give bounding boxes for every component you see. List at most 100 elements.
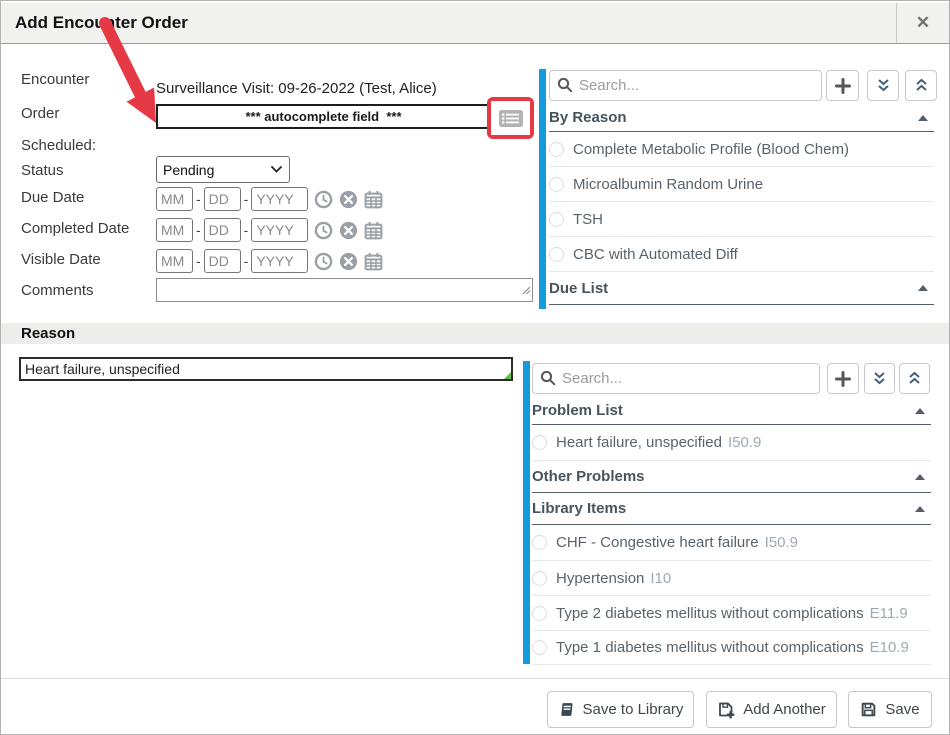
order-search-input[interactable] bbox=[549, 70, 822, 101]
collapse-icon[interactable] bbox=[918, 285, 928, 291]
collapse-icon[interactable] bbox=[915, 474, 925, 480]
collapse-icon[interactable] bbox=[915, 506, 925, 512]
list-item[interactable]: CBC with Automated Diff bbox=[549, 237, 934, 272]
due-date-month-input[interactable] bbox=[156, 187, 193, 211]
radio-icon[interactable] bbox=[532, 606, 547, 621]
section-header-library-items[interactable]: Library Items bbox=[532, 493, 931, 525]
radio-icon[interactable] bbox=[549, 142, 564, 157]
collapse-all-orders-button[interactable] bbox=[867, 70, 899, 101]
clear-date-icon[interactable] bbox=[339, 190, 358, 209]
visible-date-month-input[interactable] bbox=[156, 249, 193, 273]
list-item-label: CHF - Congestive heart failure bbox=[556, 534, 759, 551]
autocomplete-valid-indicator bbox=[504, 372, 511, 379]
section-title: Problem List bbox=[532, 402, 623, 419]
status-label: Status bbox=[21, 162, 64, 179]
radio-icon[interactable] bbox=[549, 247, 564, 262]
completed-date-year-input[interactable] bbox=[251, 218, 308, 242]
add-another-button[interactable]: Add Another bbox=[706, 691, 837, 728]
double-chevron-up-icon bbox=[907, 371, 922, 386]
date-separator: - bbox=[196, 253, 201, 269]
expand-all-orders-button[interactable] bbox=[905, 70, 937, 101]
calendar-icon[interactable] bbox=[364, 190, 383, 209]
reason-search-wrap bbox=[532, 363, 820, 394]
annotation-highlight-box bbox=[487, 97, 534, 139]
save-icon bbox=[860, 701, 877, 718]
due-date-year-input[interactable] bbox=[251, 187, 308, 211]
list-item-label: Type 1 diabetes mellitus without complic… bbox=[556, 639, 864, 656]
section-header-other-problems[interactable]: Other Problems bbox=[532, 461, 931, 493]
visible-date-year-input[interactable] bbox=[251, 249, 308, 273]
visible-date-day-input[interactable] bbox=[204, 249, 241, 273]
list-item[interactable]: Hypertension I10 bbox=[532, 561, 931, 596]
list-item[interactable]: Type 1 diabetes mellitus without complic… bbox=[532, 631, 931, 665]
plus-icon bbox=[835, 78, 851, 94]
list-item[interactable]: CHF - Congestive heart failure I50.9 bbox=[532, 525, 931, 561]
list-item[interactable]: Microalbumin Random Urine bbox=[549, 167, 934, 202]
section-header-by-reason[interactable]: By Reason bbox=[549, 104, 934, 132]
list-item-label: Microalbumin Random Urine bbox=[573, 176, 763, 193]
add-reason-button[interactable] bbox=[827, 363, 859, 394]
section-title: Other Problems bbox=[532, 468, 645, 485]
date-separator: - bbox=[244, 253, 249, 269]
list-item[interactable]: Type 2 diabetes mellitus without complic… bbox=[532, 596, 931, 631]
collapse-icon[interactable] bbox=[915, 408, 925, 414]
radio-icon[interactable] bbox=[532, 435, 547, 450]
order-label: Order bbox=[21, 105, 59, 122]
add-order-button[interactable] bbox=[826, 70, 859, 101]
section-title: Library Items bbox=[532, 500, 626, 517]
dialog-title: Add Encounter Order bbox=[1, 13, 188, 33]
clock-icon[interactable] bbox=[314, 221, 333, 240]
status-select[interactable]: Pending bbox=[157, 157, 289, 182]
clear-date-icon[interactable] bbox=[339, 252, 358, 271]
due-date-label: Due Date bbox=[21, 189, 84, 206]
close-button[interactable]: ✕ bbox=[896, 3, 949, 43]
clear-date-icon[interactable] bbox=[339, 221, 358, 240]
completed-date-day-input[interactable] bbox=[204, 218, 241, 242]
date-separator: - bbox=[196, 222, 201, 238]
radio-icon[interactable] bbox=[532, 640, 547, 655]
icd-code: E11.9 bbox=[870, 605, 908, 622]
radio-icon[interactable] bbox=[532, 571, 547, 586]
collapse-all-reasons-button[interactable] bbox=[864, 363, 895, 394]
save-to-library-button[interactable]: Save to Library bbox=[547, 691, 694, 728]
order-picker-accent-bar bbox=[539, 69, 546, 309]
clock-icon[interactable] bbox=[314, 252, 333, 271]
radio-icon[interactable] bbox=[532, 535, 547, 550]
encounter-label: Encounter bbox=[21, 71, 89, 88]
icd-code: I10 bbox=[650, 570, 671, 587]
list-item[interactable]: Heart failure, unspecified I50.9 bbox=[532, 425, 931, 461]
plus-icon bbox=[835, 371, 851, 387]
save-button[interactable]: Save bbox=[848, 691, 932, 728]
order-autocomplete-input[interactable] bbox=[156, 104, 491, 129]
add-encounter-order-dialog: Add Encounter Order ✕ Encounter Order Sc… bbox=[0, 0, 950, 735]
icd-code: I50.9 bbox=[765, 534, 798, 551]
collapse-icon[interactable] bbox=[918, 115, 928, 121]
resize-grip-icon[interactable] bbox=[522, 282, 531, 300]
section-header-problem-list[interactable]: Problem List bbox=[532, 397, 931, 425]
reason-autocomplete-input[interactable] bbox=[19, 357, 513, 381]
save-label: Save bbox=[885, 701, 919, 718]
section-header-due-list[interactable]: Due List bbox=[549, 272, 934, 305]
icd-code: E10.9 bbox=[870, 639, 909, 656]
radio-icon[interactable] bbox=[549, 177, 564, 192]
clock-icon[interactable] bbox=[314, 190, 333, 209]
date-separator: - bbox=[196, 191, 201, 207]
calendar-icon[interactable] bbox=[364, 252, 383, 271]
calendar-icon[interactable] bbox=[364, 221, 383, 240]
scheduled-label: Scheduled: bbox=[21, 137, 96, 154]
radio-icon[interactable] bbox=[549, 212, 564, 227]
list-item[interactable]: Complete Metabolic Profile (Blood Chem) bbox=[549, 132, 934, 167]
order-list-picker-button[interactable] bbox=[491, 101, 530, 135]
date-separator: - bbox=[244, 191, 249, 207]
due-date-day-input[interactable] bbox=[204, 187, 241, 211]
book-icon bbox=[558, 701, 575, 718]
visible-date-label: Visible Date bbox=[21, 251, 101, 268]
completed-date-month-input[interactable] bbox=[156, 218, 193, 242]
footer-divider bbox=[1, 678, 949, 679]
expand-all-reasons-button[interactable] bbox=[899, 363, 930, 394]
list-icon bbox=[498, 109, 524, 128]
reason-search-input[interactable] bbox=[532, 363, 820, 394]
comments-input[interactable] bbox=[156, 278, 533, 302]
list-item[interactable]: TSH bbox=[549, 202, 934, 237]
encounter-value: Surveillance Visit: 09-26-2022 (Test, Al… bbox=[156, 80, 437, 97]
